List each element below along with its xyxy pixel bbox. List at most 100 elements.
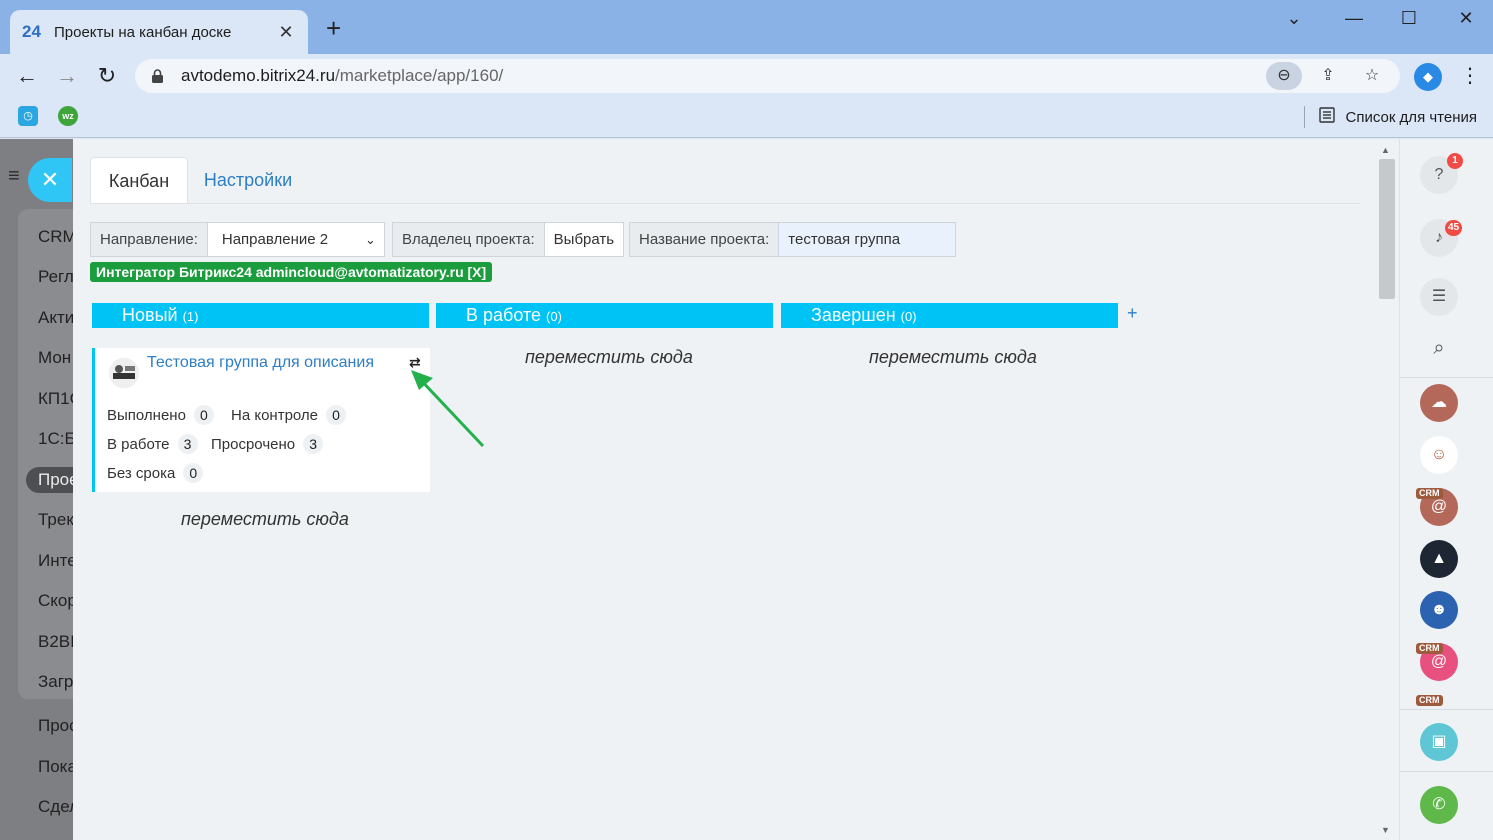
phone-icon[interactable]: ✆ — [1420, 786, 1458, 824]
bookmarks-bar: ◷ wz Список для чтения — [0, 98, 1493, 138]
stat-count: 0 — [183, 463, 204, 483]
bookmark-wz-icon[interactable]: wz — [58, 106, 78, 126]
omnibox-actions: ⊖ ⇪ ☆ — [1266, 62, 1390, 90]
user-avatar[interactable]: ☺ — [1420, 436, 1458, 474]
column-count: (1) — [182, 309, 199, 324]
sidebar-item[interactable]: Загр — [38, 672, 73, 692]
column-title: Новый — [122, 305, 178, 325]
sidebar-item[interactable]: 1С:Б — [38, 429, 73, 449]
column-title: В работе — [466, 305, 542, 325]
group-chat-icon[interactable]: ☻ — [1420, 591, 1458, 629]
stat-label: Просрочено — [211, 435, 296, 453]
stat-count: 3 — [177, 434, 198, 454]
sidebar-item[interactable]: Инте — [38, 551, 73, 571]
bookmarks-separator — [1304, 106, 1305, 128]
integrator-badge[interactable]: Интегратор Битрикс24 admincloud@avtomati… — [90, 262, 493, 282]
green-arrow-annotation — [411, 370, 485, 448]
stat-label: В работе — [107, 435, 170, 453]
browser-menu-icon[interactable]: ⋮ — [1460, 62, 1480, 90]
extension-icon[interactable]: ◆ — [1414, 63, 1442, 91]
search-icon[interactable]: ⌕ — [1420, 329, 1458, 367]
scroll-thumb[interactable] — [1379, 159, 1395, 299]
sidebar-item[interactable]: Пока — [38, 757, 73, 777]
sidebar-item-active[interactable]: Проє — [26, 467, 73, 493]
sidebar-item[interactable]: Мон — [38, 348, 71, 368]
sidebar-item[interactable]: Трек — [38, 510, 73, 530]
cloud-clock-icon[interactable]: ☁ — [1420, 384, 1458, 422]
tab-close-icon[interactable]: ✕ — [276, 22, 296, 43]
hamburger-icon[interactable]: ≡ — [8, 165, 20, 188]
minimize-icon[interactable]: — — [1334, 8, 1374, 29]
sidebar-item[interactable]: Сдел — [38, 797, 73, 817]
back-icon[interactable]: ← — [13, 62, 41, 90]
sidebar-item[interactable]: B2BI — [38, 632, 73, 652]
sidebar-item[interactable]: Прос — [38, 716, 73, 736]
stat-count: 3 — [303, 434, 324, 454]
reading-list-label: Список для чтения — [1345, 108, 1477, 126]
stat-overdue: Просрочено 3 — [211, 434, 324, 454]
app-content: Канбан Настройки Направление: Направлени… — [73, 139, 1399, 840]
app-tabs: Канбан Настройки — [90, 157, 308, 203]
direction-label: Направление: — [90, 222, 208, 257]
reading-list-button[interactable]: Список для чтения — [1319, 107, 1477, 127]
window-close-icon[interactable]: ✕ — [1446, 8, 1486, 29]
share-icon[interactable]: ⇪ — [1310, 62, 1346, 90]
sidebar-item[interactable]: CRM — [38, 227, 73, 247]
rocket-avatar[interactable]: ▲ — [1420, 540, 1458, 578]
tab-search-icon[interactable]: ⌄ — [1274, 8, 1314, 29]
owner-filter: Владелец проекта: Выбрать — [392, 222, 625, 257]
right-sidebar-separator — [1400, 771, 1493, 772]
maximize-icon[interactable]: ☐ — [1389, 8, 1429, 29]
project-card[interactable]: Тестовая группа для описания ⇄ Выполнено… — [92, 348, 430, 492]
tab-settings[interactable]: Настройки — [188, 157, 308, 203]
sidebar-item[interactable]: Акти — [38, 308, 73, 328]
content-scrollbar[interactable]: ▲ ▼ — [1377, 139, 1399, 840]
chat-icon[interactable]: ☰ — [1420, 278, 1458, 316]
drop-zone-new[interactable]: переместить сюда — [181, 509, 349, 530]
sidebar-item[interactable]: Скор — [38, 591, 73, 611]
address-bar[interactable]: avtodemo.bitrix24.ru /marketplace/app/16… — [135, 59, 1400, 93]
drop-zone-done[interactable]: переместить сюда — [869, 347, 1037, 368]
sidebar-item[interactable]: КП1С — [38, 389, 73, 409]
column-header-in-work: В работе (0) — [436, 303, 773, 328]
project-name-input[interactable]: тестовая группа — [779, 222, 957, 257]
forward-icon[interactable]: → — [53, 62, 81, 90]
stat-done: Выполнено 0 — [107, 405, 214, 425]
bookmark-timer-icon[interactable]: ◷ — [18, 106, 38, 126]
scroll-down-icon[interactable]: ▼ — [1381, 825, 1390, 835]
stat-no-deadline: Без срока 0 — [107, 463, 204, 483]
column-header-new: Новый (1) — [92, 303, 429, 328]
notifications-badge: 45 — [1445, 220, 1463, 236]
new-tab-button[interactable]: + — [326, 15, 341, 41]
stat-control: На контроле 0 — [231, 405, 347, 425]
url-path: /marketplace/app/160/ — [335, 66, 504, 85]
right-sidebar-separator — [1400, 709, 1493, 710]
browser-tabstrip: 24 Проекты на канбан доске ✕ + ⌄ — ☐ ✕ — [0, 0, 1493, 54]
owner-select-button[interactable]: Выбрать — [544, 222, 625, 257]
drop-zone-in-work[interactable]: переместить сюда — [525, 347, 693, 368]
close-slider-button[interactable]: ✕ — [28, 158, 72, 202]
reload-icon[interactable]: ↻ — [93, 62, 121, 90]
tab-kanban[interactable]: Канбан — [90, 157, 188, 203]
browser-tab[interactable]: 24 Проекты на канбан доске ✕ — [10, 10, 308, 54]
project-title-link[interactable]: Тестовая группа для описания — [147, 354, 374, 372]
stat-count: 0 — [326, 405, 347, 425]
bitrix-page: ≡ CRM Регл Акти Мон КП1С 1С:Б Проє Трек … — [0, 139, 1493, 840]
chevron-down-icon: ⌄ — [364, 232, 376, 247]
crm-label: CRM — [1416, 643, 1443, 654]
column-count: (0) — [900, 309, 917, 324]
right-sidebar: ? 1 ♪ 45 ☰ ⌕ ☁ ☺ @ CRM ▲ ☻ @ CRM CRM ▣ ✆ — [1399, 139, 1493, 840]
direction-select[interactable]: Направление 2 ⌄ — [207, 222, 385, 257]
star-icon[interactable]: ☆ — [1354, 62, 1390, 90]
column-count: (0) — [546, 309, 562, 324]
add-column-button[interactable]: + — [1127, 303, 1138, 324]
zoom-icon[interactable]: ⊖ — [1266, 62, 1302, 90]
url-host: avtodemo.bitrix24.ru — [181, 66, 336, 85]
right-sidebar-separator — [1400, 377, 1493, 378]
project-avatar — [109, 358, 139, 388]
screen-share-icon[interactable]: ▣ — [1420, 723, 1458, 761]
name-label: Название проекта: — [629, 222, 780, 257]
crm-label: CRM — [1416, 695, 1443, 706]
scroll-up-icon[interactable]: ▲ — [1381, 145, 1390, 155]
sidebar-item[interactable]: Регл — [38, 267, 73, 287]
